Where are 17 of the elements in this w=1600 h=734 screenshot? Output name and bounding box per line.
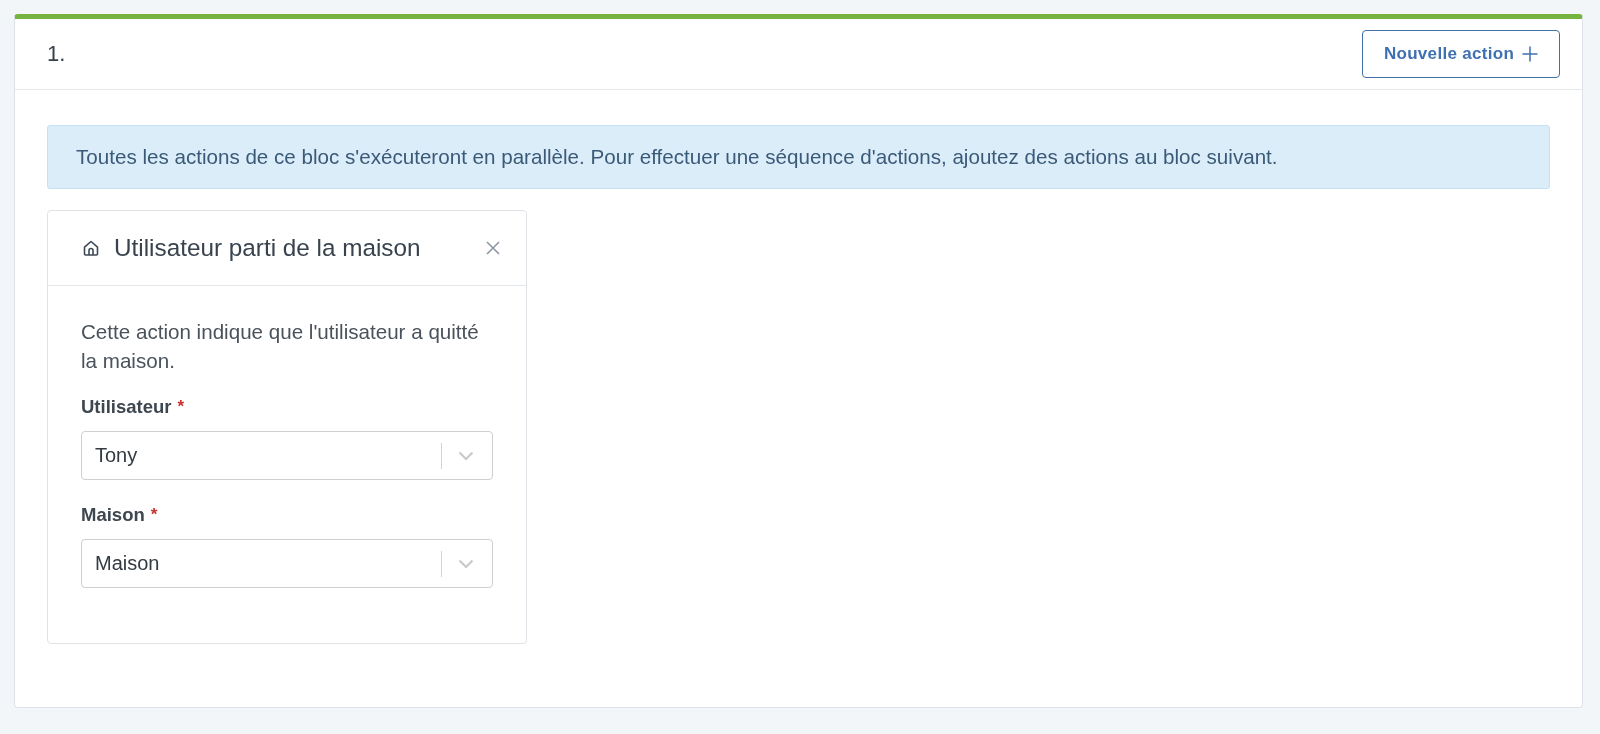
- plus-icon: [1522, 46, 1539, 62]
- new-action-button[interactable]: Nouvelle action: [1362, 30, 1560, 78]
- action-title: Utilisateur parti de la maison: [114, 234, 422, 262]
- block-number: 1.: [47, 41, 66, 67]
- field-label: Utilisateur: [81, 396, 172, 418]
- info-alert: Toutes les actions de ce bloc s'exécuteront en parallèle. Pour effectuer une séquence d'actions, ajoutez des actions au bloc suivant.: [47, 125, 1550, 189]
- select-field[interactable]: Maison: [81, 539, 493, 588]
- select-field[interactable]: Tony: [81, 431, 493, 480]
- home-icon: [82, 239, 100, 257]
- action-description: Cette action indique que l'utilisateur a quitté la maison.: [81, 319, 480, 374]
- required-mark: *: [150, 505, 158, 525]
- chevron-down-icon: [458, 450, 474, 461]
- close-button[interactable]: [486, 241, 500, 255]
- close-icon: [486, 241, 500, 255]
- field-label: Maison: [81, 504, 145, 526]
- required-mark: *: [177, 397, 185, 417]
- chevron-down-icon: [458, 558, 474, 569]
